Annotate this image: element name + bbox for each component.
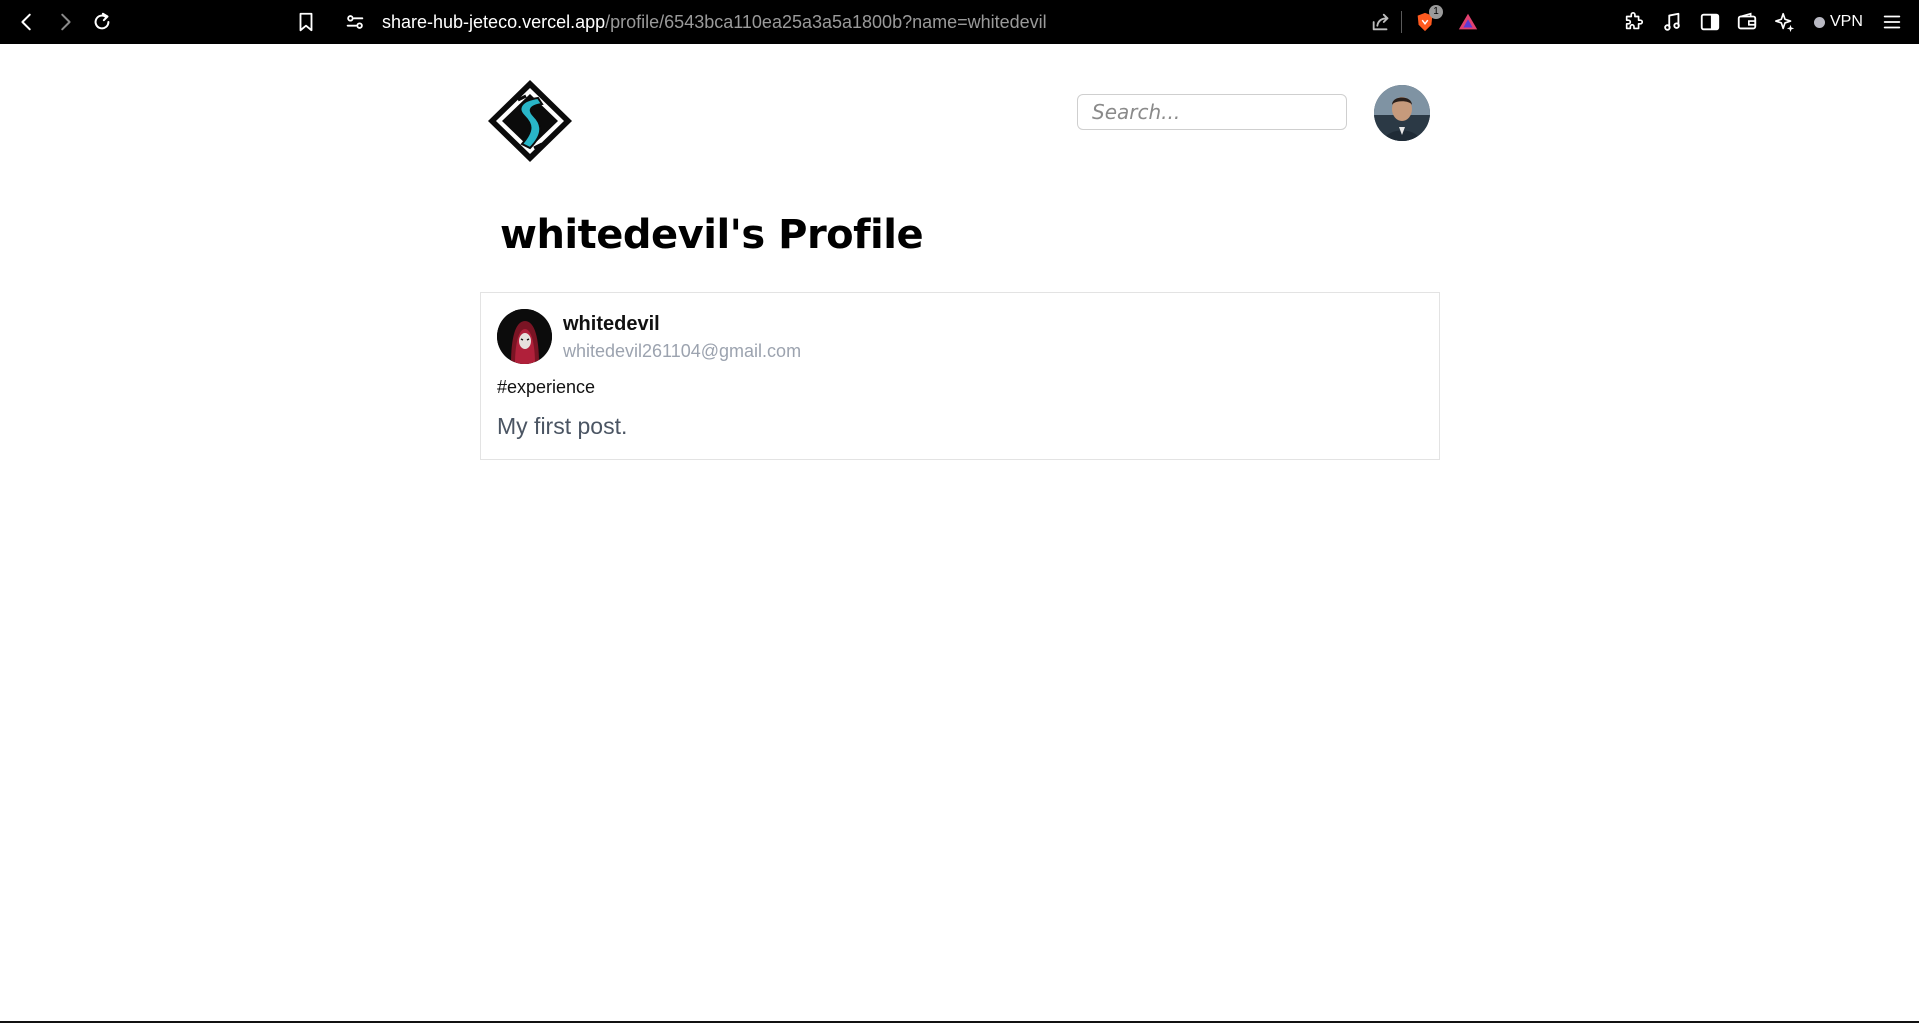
share-icon[interactable] [1369, 10, 1393, 34]
search-input[interactable] [1077, 94, 1347, 130]
browser-toolbar: share-hub-jeteco.vercel.app/profile/6543… [0, 0, 1919, 44]
reload-icon[interactable] [90, 10, 114, 34]
address-bar[interactable]: share-hub-jeteco.vercel.app/profile/6543… [382, 8, 1047, 36]
post-author-email: whitedevil261104@gmail.com [563, 341, 802, 361]
post-card: whitedevil whitedevil261104@gmail.com #e… [480, 292, 1440, 460]
media-icon[interactable] [1660, 10, 1684, 34]
wallet-icon[interactable] [1735, 10, 1759, 34]
url-path: /profile/6543bca110ea25a3a5a1800b?name=w… [605, 12, 1047, 32]
vpn-label: VPN [1830, 13, 1863, 30]
brave-rewards-icon[interactable] [1456, 10, 1480, 34]
vpn-status-dot [1814, 16, 1825, 28]
extensions-icon[interactable] [1622, 10, 1646, 34]
shields-count-badge: 1 [1429, 5, 1443, 19]
sidebar-icon[interactable] [1698, 10, 1722, 34]
url-host: share-hub-jeteco.vercel.app [382, 12, 606, 32]
post-author-name[interactable]: whitedevil [563, 313, 660, 336]
leo-ai-icon[interactable] [1773, 10, 1797, 34]
post-author-avatar[interactable] [497, 309, 552, 364]
bookmark-icon[interactable] [294, 10, 318, 34]
user-avatar[interactable] [1374, 85, 1430, 141]
sharehub-logo[interactable] [486, 78, 574, 164]
site-settings-icon[interactable] [343, 10, 367, 34]
vpn-button[interactable]: VPN [1814, 12, 1863, 32]
menu-icon[interactable] [1880, 10, 1904, 34]
back-icon[interactable] [15, 10, 39, 34]
page-title: whitedevil's Profile [500, 212, 924, 258]
toolbar-divider [1401, 11, 1402, 33]
forward-icon[interactable] [53, 10, 77, 34]
post-tag[interactable]: #experience [497, 377, 595, 398]
post-body: My first post. [497, 413, 628, 439]
